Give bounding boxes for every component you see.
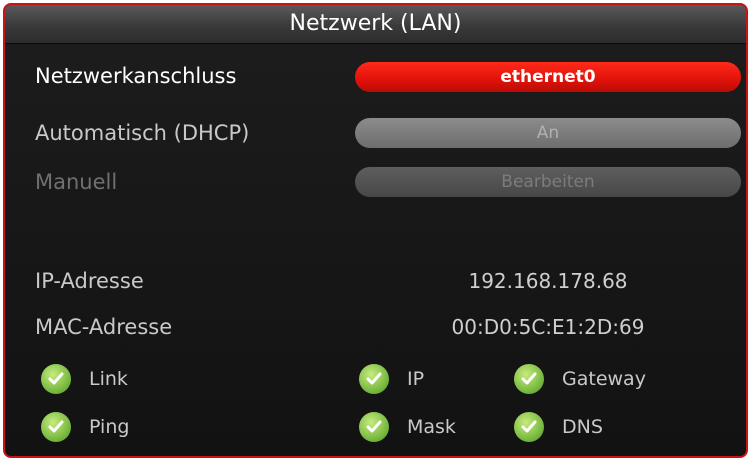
ip-address-value: 192.168.178.68 — [468, 269, 628, 293]
check-icon — [359, 412, 389, 442]
check-icon — [359, 364, 389, 394]
status-ping-label: Ping — [89, 416, 130, 438]
mac-address-label: MAC-Adresse — [35, 315, 173, 339]
netzwerkanschluss-select[interactable]: ethernet0 — [355, 62, 741, 92]
manuell-edit-button: Bearbeiten — [355, 167, 741, 197]
network-lan-dialog: Netzwerk (LAN) Netzwerkanschluss etherne… — [3, 3, 748, 458]
status-link: Link — [41, 363, 128, 395]
status-ping: Ping — [41, 411, 129, 443]
status-gateway: Gateway — [514, 363, 646, 395]
title-bar: Netzwerk (LAN) — [5, 5, 746, 44]
dialog-title: Netzwerk (LAN) — [289, 11, 462, 36]
check-icon — [514, 412, 544, 442]
status-gateway-label: Gateway — [562, 368, 646, 390]
status-ip: IP — [359, 363, 424, 395]
status-mask-label: Mask — [407, 416, 456, 438]
check-icon — [41, 364, 71, 394]
status-dns-label: DNS — [562, 416, 603, 438]
netzwerkanschluss-label: Netzwerkanschluss — [35, 64, 237, 88]
status-ip-label: IP — [407, 368, 425, 390]
status-link-label: Link — [89, 368, 128, 390]
mac-address-value: 00:D0:5C:E1:2D:69 — [451, 315, 645, 339]
status-dns: DNS — [514, 411, 603, 443]
status-mask: Mask — [359, 411, 456, 443]
dhcp-toggle[interactable]: An — [355, 118, 741, 148]
check-icon — [41, 412, 71, 442]
ip-address-label: IP-Adresse — [35, 269, 144, 293]
manuell-label: Manuell — [35, 170, 118, 194]
dhcp-label: Automatisch (DHCP) — [35, 121, 250, 145]
check-icon — [514, 364, 544, 394]
